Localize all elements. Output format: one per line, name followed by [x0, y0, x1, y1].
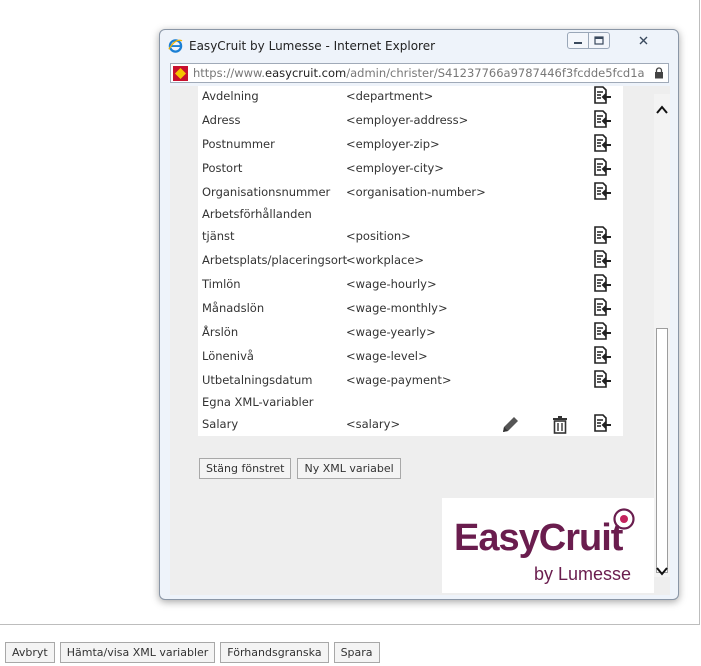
- row-variable: <wage-hourly>: [346, 277, 437, 291]
- row-variable: <wage-payment>: [346, 373, 452, 387]
- insert-variable-icon[interactable]: [592, 273, 612, 293]
- cancel-button[interactable]: Avbryt: [5, 642, 55, 663]
- table-row: Timlön <wage-hourly>: [202, 273, 622, 297]
- row-variable: <department>: [346, 89, 434, 103]
- table-row: Adress <employer-address>: [202, 109, 622, 133]
- row-variable: <employer-zip>: [346, 137, 440, 151]
- insert-variable-icon[interactable]: [592, 133, 612, 153]
- table-section-header: Egna XML-variabler: [202, 391, 622, 415]
- close-window-text-button[interactable]: Stäng fönstret: [199, 458, 292, 479]
- scroll-down-arrow-icon[interactable]: [654, 563, 670, 579]
- row-variable: <employer-city>: [346, 161, 444, 175]
- table-row: Arbetsplats/placeringsort <workplace>: [202, 249, 622, 273]
- insert-variable-icon[interactable]: [592, 109, 612, 129]
- insert-variable-icon[interactable]: [592, 369, 612, 389]
- logo-wordmark: EasyCruit: [454, 517, 623, 559]
- scrollbar-thumb[interactable]: [656, 328, 668, 573]
- row-label: Organisationsnummer: [202, 185, 331, 199]
- scroll-up-arrow-icon[interactable]: [654, 102, 670, 118]
- row-label: Timlön: [202, 277, 241, 291]
- row-variable: <workplace>: [346, 253, 425, 267]
- row-label: Lönenivå: [202, 349, 254, 363]
- table-row: tjänst <position>: [202, 225, 622, 249]
- window-titlebar: EasyCruit by Lumesse - Internet Explorer: [160, 30, 678, 60]
- address-bar[interactable]: https://www.easycruit.com/admin/christer…: [170, 63, 669, 83]
- table-section-header: Arbetsförhållanden: [202, 203, 622, 227]
- row-label: tjänst: [202, 229, 235, 243]
- easycruit-site-icon: [173, 66, 188, 81]
- table-row: Lönenivå <wage-level>: [202, 345, 622, 369]
- row-label: Arbetsplats/placeringsort: [202, 253, 348, 267]
- row-variable: <position>: [346, 229, 411, 243]
- logo-tagline: by Lumesse: [534, 564, 632, 584]
- section-label: Egna XML-variabler: [202, 395, 314, 409]
- row-label: Årslön: [202, 325, 239, 339]
- internet-explorer-icon: [168, 39, 183, 53]
- table-row: Organisationsnummer <organisation-number…: [202, 181, 622, 205]
- close-window-button[interactable]: [623, 32, 665, 49]
- insert-variable-icon[interactable]: [592, 297, 612, 317]
- bottom-action-bar: Avbryt Hämta/visa XML variabler Förhands…: [5, 642, 380, 663]
- save-button[interactable]: Spara: [333, 642, 380, 663]
- row-label: Postnummer: [202, 137, 275, 151]
- maximize-button[interactable]: [588, 32, 610, 49]
- table-row: Årslön <wage-yearly>: [202, 321, 622, 345]
- section-label: Arbetsförhållanden: [202, 207, 312, 221]
- minimize-icon: [574, 42, 582, 44]
- insert-variable-icon[interactable]: [592, 157, 612, 177]
- easycruit-logo: EasyCruit by Lumesse: [442, 498, 654, 593]
- insert-variable-icon[interactable]: [592, 181, 612, 201]
- edit-pencil-icon[interactable]: [500, 415, 522, 435]
- preview-button[interactable]: Förhandsgranska: [220, 642, 329, 663]
- close-icon: [639, 36, 648, 45]
- url-text[interactable]: https://www.easycruit.com/admin/christer…: [193, 66, 645, 80]
- vertical-scrollbar[interactable]: [654, 94, 670, 577]
- insert-variable-icon[interactable]: [592, 321, 612, 341]
- row-label: Månadslön: [202, 301, 265, 315]
- row-label: Postort: [202, 161, 243, 175]
- insert-variable-icon[interactable]: [592, 345, 612, 365]
- url-path: /admin/christer/S41237766a9787446f3fcdde…: [346, 66, 645, 80]
- table-row: Postnummer <employer-zip>: [202, 133, 622, 157]
- lock-icon: [655, 67, 663, 79]
- table-row: Månadslön <wage-monthly>: [202, 297, 622, 321]
- maximize-icon: [594, 36, 604, 45]
- dialog-button-row: Stäng fönstret Ny XML variabel: [199, 458, 401, 479]
- row-label: Avdelning: [202, 89, 259, 103]
- row-label: Salary: [202, 417, 239, 431]
- table-row: Utbetalningsdatum <wage-payment>: [202, 369, 622, 393]
- row-label: Utbetalningsdatum: [202, 373, 313, 387]
- table-row: Avdelning <department>: [202, 86, 622, 109]
- logo-target-icon: [613, 508, 635, 530]
- url-domain: easycruit.com: [265, 66, 347, 80]
- fetch-xml-variables-button[interactable]: Hämta/visa XML variabler: [59, 642, 216, 663]
- row-variable: <salary>: [346, 417, 401, 431]
- row-variable: <employer-address>: [346, 113, 469, 127]
- insert-variable-icon[interactable]: [592, 249, 612, 269]
- table-row: Postort <employer-city>: [202, 157, 622, 181]
- insert-variable-icon[interactable]: [592, 225, 612, 245]
- window-title: EasyCruit by Lumesse - Internet Explorer: [189, 39, 436, 53]
- insert-variable-icon[interactable]: [592, 86, 612, 105]
- table-row: Salary <salary>: [202, 413, 622, 437]
- new-xml-variable-button[interactable]: Ny XML variabel: [297, 458, 401, 479]
- page-content: Avdelning <department> Adress <employer-…: [170, 86, 670, 595]
- minimize-button[interactable]: [567, 32, 589, 49]
- row-variable: <wage-yearly>: [346, 325, 436, 339]
- row-variable: <organisation-number>: [346, 185, 486, 199]
- xml-variable-table: Avdelning <department> Adress <employer-…: [198, 86, 623, 436]
- trash-icon[interactable]: [550, 415, 570, 435]
- insert-variable-icon[interactable]: [592, 413, 612, 433]
- row-variable: <wage-monthly>: [346, 301, 448, 315]
- browser-popup-window: EasyCruit by Lumesse - Internet Explorer…: [159, 29, 679, 600]
- row-label: Adress: [202, 113, 241, 127]
- row-variable: <wage-level>: [346, 349, 428, 363]
